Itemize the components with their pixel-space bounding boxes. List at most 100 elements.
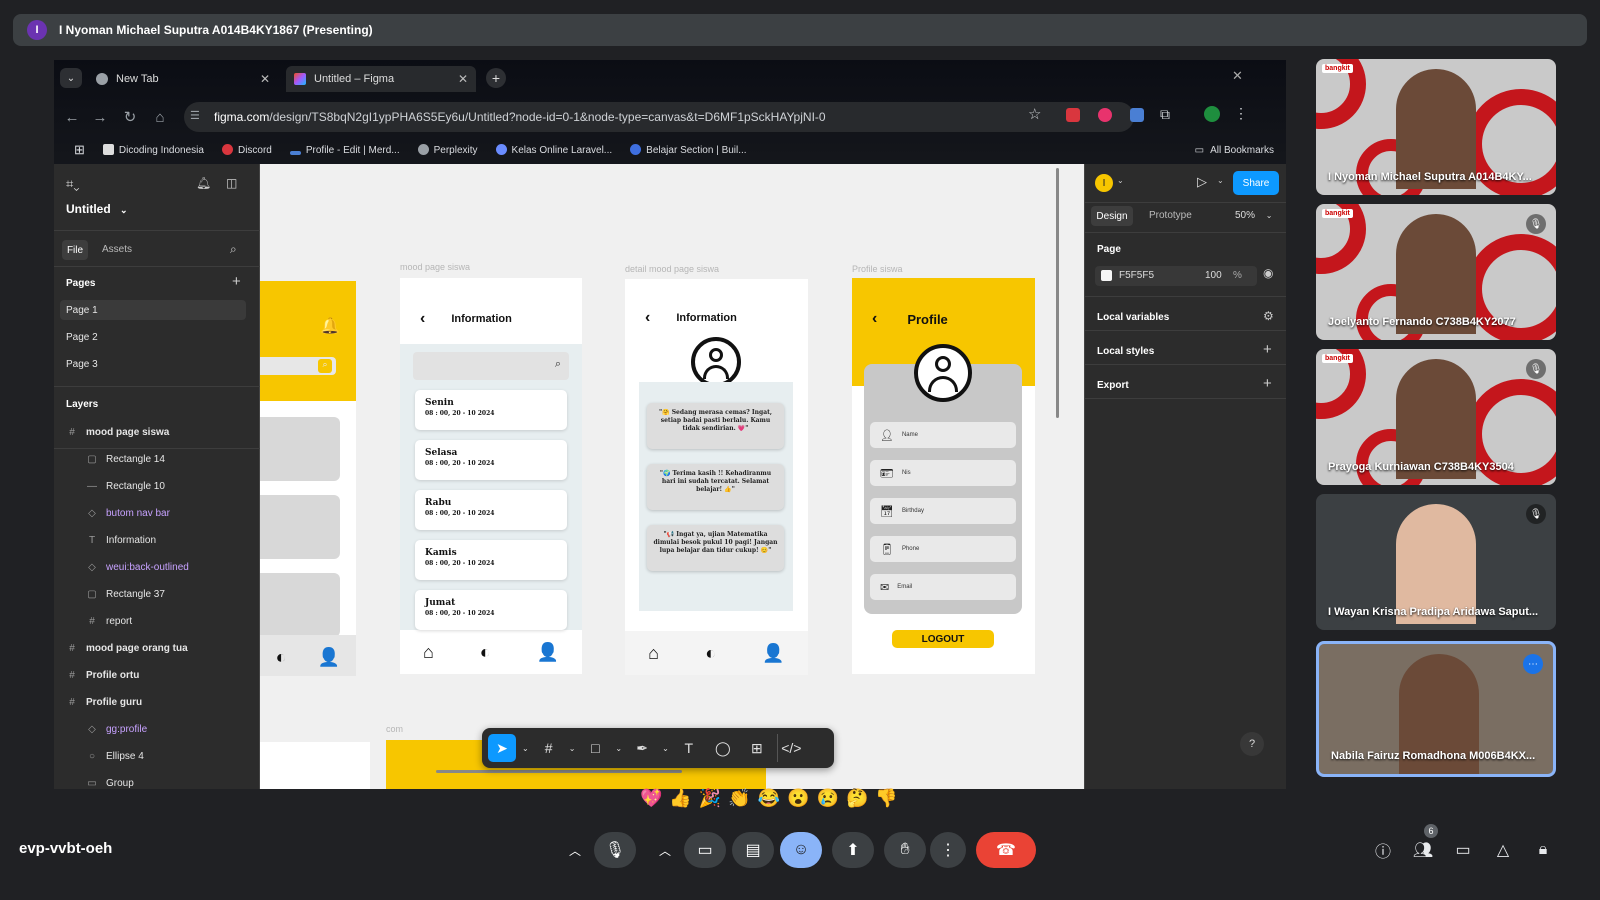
reaction-emoji[interactable]: 💖 xyxy=(640,788,662,814)
meeting-info-icon[interactable]: ⓘ xyxy=(1370,838,1396,862)
extension-icon[interactable] xyxy=(1066,108,1080,122)
reaction-emoji[interactable]: 👏 xyxy=(728,788,750,814)
layer-item[interactable]: # mood page orang tua xyxy=(66,638,187,658)
text-tool-icon[interactable]: T xyxy=(675,734,703,762)
layer-item[interactable]: # Profile guru xyxy=(66,692,142,712)
page-item-2[interactable]: Page 2 xyxy=(66,327,98,347)
tab-prototype[interactable]: Prototype xyxy=(1149,210,1192,221)
add-page-icon[interactable]: + xyxy=(232,273,241,290)
logout-button[interactable]: LOGOUT xyxy=(892,630,994,648)
page-item-1[interactable]: Page 1 xyxy=(66,300,98,320)
variables-settings-icon[interactable]: ⚙ xyxy=(1263,309,1274,323)
layer-item[interactable]: ▢ Rectangle 14 xyxy=(86,449,165,469)
frame-tool-icon[interactable]: # xyxy=(535,734,563,762)
layer-item[interactable]: T Information xyxy=(86,530,156,550)
design-canvas[interactable]: 🔔 ⌕ ◐ 👤 mood page siswa ‹ Information ⌕ ⌂ ◐… xyxy=(260,164,1084,789)
microphone-button[interactable]: 🎙︎ xyxy=(594,832,636,868)
extension-icon[interactable] xyxy=(1130,108,1144,122)
artboard-mood-page-siswa[interactable]: ‹ Information ⌕ ⌂ ◐ 👤 Senin 08 : 00, 20 - 10… xyxy=(400,278,582,674)
layer-item[interactable]: ◇ gg:profile xyxy=(86,719,147,739)
bookmark-item[interactable]: Profile - Edit | Merd... xyxy=(289,145,400,156)
bookmark-star-icon[interactable]: ☆ xyxy=(1028,105,1041,123)
bookmark-item[interactable]: Discord xyxy=(221,144,272,156)
camera-button[interactable]: ▭ xyxy=(684,832,726,868)
add-style-icon[interactable]: + xyxy=(1263,341,1272,358)
horizontal-scrollbar[interactable] xyxy=(436,770,682,773)
activities-icon[interactable]: △ xyxy=(1490,838,1516,862)
reaction-emoji[interactable]: 😂 xyxy=(758,788,780,814)
sidebar-toggle-icon[interactable]: ◫ xyxy=(226,176,237,190)
tab-figma[interactable]: Untitled – Figma ✕ xyxy=(286,66,476,92)
rectangle-tool-icon[interactable]: □ xyxy=(581,734,609,762)
layer-item[interactable]: ▢ Rectangle 37 xyxy=(86,584,165,604)
close-tab-icon[interactable]: ✕ xyxy=(260,72,270,86)
actions-tool-icon[interactable]: ⊞ xyxy=(743,734,771,762)
new-tab-button[interactable]: + xyxy=(486,68,506,88)
comment-tool-icon[interactable]: ◯ xyxy=(709,734,737,762)
reaction-emoji[interactable]: 🎉 xyxy=(699,788,721,814)
layer-item[interactable]: — Rectangle 10 xyxy=(86,476,165,496)
forward-icon[interactable]: → xyxy=(88,105,112,129)
profile-avatar[interactable] xyxy=(1204,106,1220,122)
tab-new-tab[interactable]: New Tab ✕ xyxy=(88,66,278,92)
bookmark-item[interactable]: Perplexity xyxy=(417,144,478,156)
reactions-button[interactable]: ☺ xyxy=(780,832,822,868)
captions-button[interactable]: ▤ xyxy=(732,832,774,868)
layer-item[interactable]: ○ Ellipse 4 xyxy=(86,746,144,766)
artboard-profile-siswa[interactable]: ‹ Profile 👤︎ Name 🪪︎ Nis 📅︎ Birthday 📱︎ Phone ✉︎ E… xyxy=(852,278,1035,674)
present-screen-button[interactable]: ⬆ xyxy=(832,832,874,868)
vertical-scrollbar[interactable] xyxy=(1056,168,1059,418)
visibility-eye-icon[interactable]: ◉ xyxy=(1263,266,1273,280)
audio-options-chevron-icon[interactable]: ︿ xyxy=(560,832,590,868)
reaction-emoji[interactable]: 😮 xyxy=(787,788,809,814)
artboard-detail-mood[interactable]: ‹ Information ⌂ ◐ 👤 "🤗 Sedang merasa cemas?… xyxy=(625,279,808,675)
chevron-down-icon[interactable]: ⌄ xyxy=(1117,176,1124,185)
home-icon[interactable]: ⌂ xyxy=(148,105,172,129)
pen-tool-icon[interactable]: ✒ xyxy=(628,734,656,762)
notification-bell-icon[interactable]: 🔔︎ xyxy=(196,176,211,190)
layer-item[interactable]: # mood page siswa xyxy=(66,422,169,442)
bookmark-item[interactable]: Kelas Online Laravel... xyxy=(495,144,612,156)
chevron-down-icon[interactable]: ⌄ xyxy=(615,744,622,753)
leave-call-button[interactable]: ☎ xyxy=(976,832,1036,868)
participant-tile[interactable]: 🎙︎ I Wayan Krisna Pradipa Aridawa Saput..… xyxy=(1316,494,1556,630)
help-button[interactable]: ? xyxy=(1240,732,1264,756)
bookmark-item[interactable]: Dicoding Indonesia xyxy=(102,144,204,156)
page-color-field[interactable]: F5F5F5 100 % xyxy=(1095,266,1257,286)
tab-file[interactable]: File xyxy=(62,240,88,260)
export-heading[interactable]: Export xyxy=(1097,380,1129,391)
reaction-emoji[interactable]: 😢 xyxy=(817,788,839,814)
extensions-puzzle-icon[interactable]: ⧉ xyxy=(1160,106,1170,123)
chat-icon[interactable]: ▭ xyxy=(1450,838,1476,862)
chevron-down-icon[interactable]: ⌄ xyxy=(569,744,576,753)
people-icon[interactable]: 👥︎ xyxy=(1410,838,1436,862)
site-info-icon[interactable]: ☰ xyxy=(190,109,200,122)
close-tab-icon[interactable]: ✕ xyxy=(458,72,468,86)
chrome-menu-icon[interactable]: ⋮ xyxy=(1234,105,1248,122)
bookmark-item[interactable]: Belajar Section | Buil... xyxy=(630,144,747,156)
share-button[interactable]: Share xyxy=(1233,171,1279,195)
chevron-down-icon[interactable]: ⌄ xyxy=(522,744,529,753)
reaction-emoji[interactable]: 👎 xyxy=(875,788,897,814)
user-avatar[interactable]: I xyxy=(1095,174,1113,192)
page-item-3[interactable]: Page 3 xyxy=(66,354,98,374)
layer-item[interactable]: # Profile ortu xyxy=(66,665,139,685)
tab-assets[interactable]: Assets xyxy=(102,244,132,255)
chevron-down-icon[interactable]: ⌄ xyxy=(1217,176,1224,185)
layer-item[interactable]: # report xyxy=(86,611,132,631)
participant-tile[interactable]: bangkit 🎙︎ Prayoga Kurniawan C738B4KY3504 xyxy=(1316,349,1556,485)
zoom-level[interactable]: 50% ⌄ xyxy=(1235,210,1273,221)
local-styles-heading[interactable]: Local styles xyxy=(1097,346,1154,357)
add-export-icon[interactable]: + xyxy=(1263,375,1272,392)
chevron-down-icon[interactable]: ⌄ xyxy=(662,744,669,753)
artboard-partial-bottom[interactable] xyxy=(260,742,370,789)
dev-mode-icon[interactable]: </> xyxy=(776,734,805,762)
address-bar[interactable]: figma.com/design/TS8bqN2gI1ypPHA6S5Ey6u/… xyxy=(184,102,1134,132)
local-variables-heading[interactable]: Local variables xyxy=(1097,312,1169,323)
layer-item[interactable]: ◇ butom nav bar xyxy=(86,503,170,523)
tab-search-button[interactable]: ⌄ xyxy=(60,68,82,88)
apps-grid-icon[interactable]: ⊞ xyxy=(74,142,85,158)
extension-icon[interactable] xyxy=(1098,108,1112,122)
move-tool-icon[interactable]: ➤ xyxy=(488,734,516,762)
reload-icon[interactable]: ↻ xyxy=(118,105,142,129)
